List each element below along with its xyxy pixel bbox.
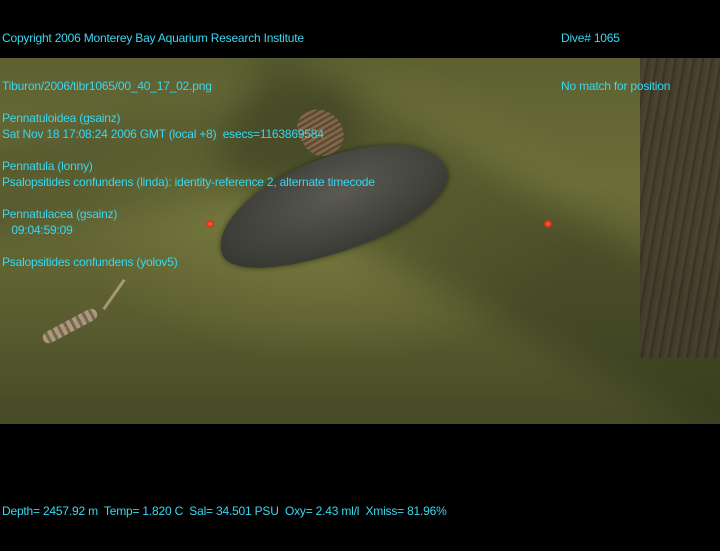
dive-overlay: Dive# 1065 No match for position — [561, 0, 670, 126]
label-item: Psalopsitides confundens (yolov5) — [2, 255, 178, 269]
label-item: Pennatulacea (gsainz) — [2, 207, 118, 221]
dive-number: Dive# 1065 — [561, 31, 620, 45]
label-item: Pennatuloidea (gsainz) — [2, 111, 121, 125]
sea-pen-organism — [40, 306, 100, 346]
position-status: No match for position — [561, 79, 671, 93]
telemetry-overlay: Depth= 2457.92 m Temp= 1.820 C Sal= 34.5… — [2, 471, 447, 551]
copyright-text: Copyright 2006 Monterey Bay Aquarium Res… — [2, 31, 304, 45]
label-item: Pennatula (lonny) — [2, 159, 93, 173]
laser-dot-right — [544, 220, 552, 228]
telemetry-text: Depth= 2457.92 m Temp= 1.820 C Sal= 34.5… — [2, 504, 447, 518]
annotation-labels: Pennatuloidea (gsainz) Pennatula (lonny)… — [2, 78, 178, 302]
video-frame: Copyright 2006 Monterey Bay Aquarium Res… — [0, 0, 720, 518]
